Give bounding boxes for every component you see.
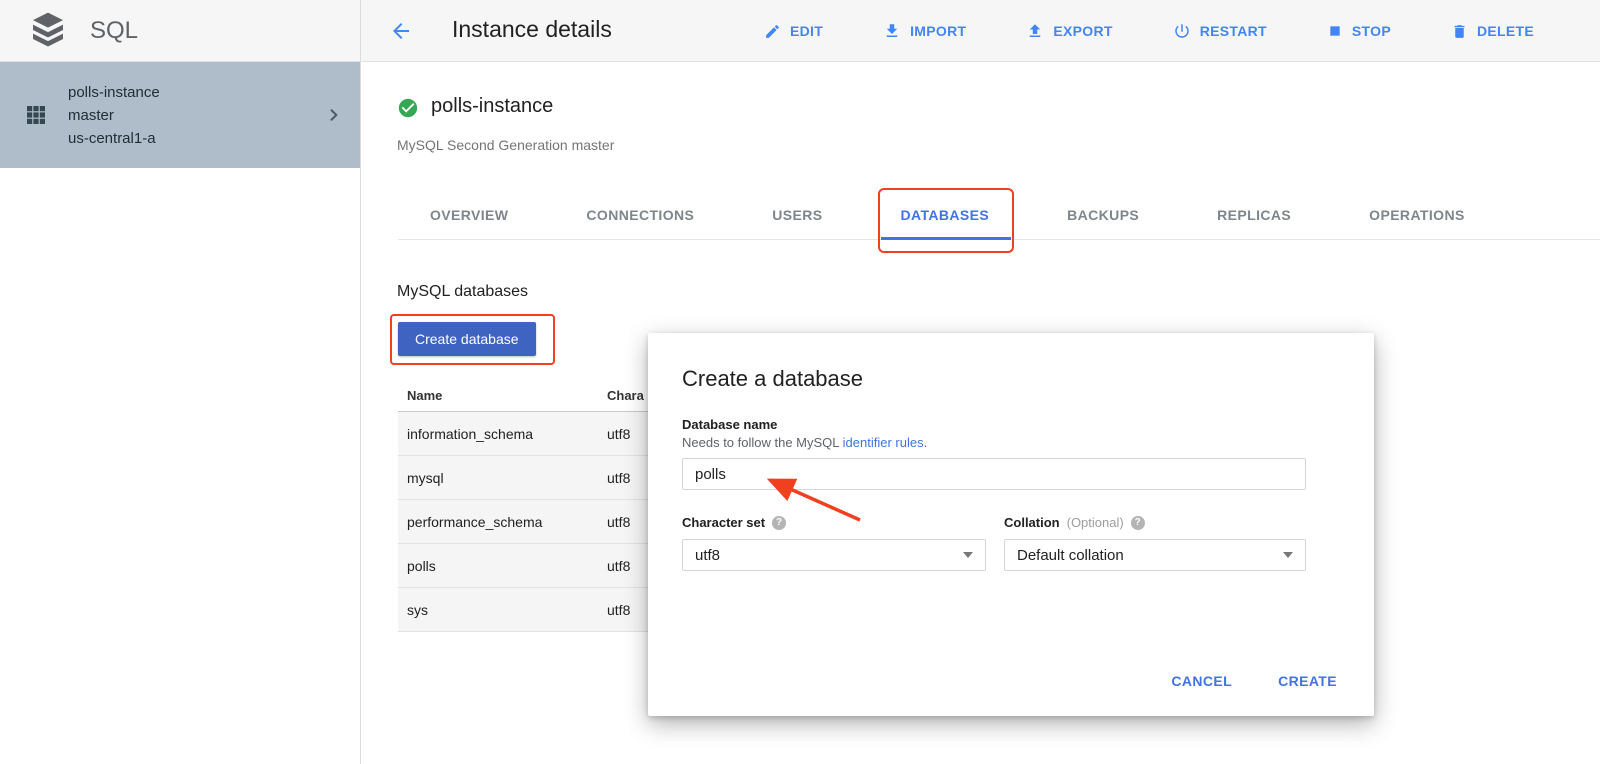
- database-name-label: Database name: [682, 417, 1340, 432]
- sidebar-instance-role: master: [68, 104, 302, 127]
- green-check-circle-icon: [397, 97, 419, 119]
- cloud-sql-console: SQL Instance details EDIT IMPORT EXPORT …: [0, 0, 1600, 764]
- edit-button[interactable]: EDIT: [764, 23, 823, 40]
- stop-label: STOP: [1352, 23, 1391, 39]
- chevron-right-icon[interactable]: [322, 103, 346, 127]
- db-name-cell: performance_schema: [398, 514, 598, 530]
- collation-help-icon[interactable]: ?: [1131, 516, 1145, 530]
- character-set-field: Character set ? utf8: [682, 515, 986, 571]
- stop-button[interactable]: STOP: [1327, 23, 1391, 39]
- collation-label: Collation: [1004, 515, 1060, 530]
- tab-connections[interactable]: CONNECTIONS: [586, 190, 694, 240]
- db-name-cell: mysql: [398, 470, 598, 486]
- cloud-sql-layers-icon: [28, 10, 68, 52]
- db-name-cell: information_schema: [398, 426, 598, 442]
- create-database-wrap: Create database: [398, 322, 536, 356]
- sidebar-instance-name: polls-instance: [68, 81, 302, 104]
- db-charset-cell: utf8: [598, 602, 630, 618]
- sidebar-instance-zone: us-central1-a: [68, 127, 302, 150]
- dialog-fields-row: Character set ? utf8 Collation (Optional…: [682, 515, 1340, 571]
- export-button[interactable]: EXPORT: [1026, 22, 1112, 40]
- help-text-suffix: .: [924, 435, 928, 450]
- dropdown-caret-icon: [1283, 552, 1293, 558]
- instance-subtitle: MySQL Second Generation master: [397, 137, 614, 153]
- instance-name: polls-instance: [431, 95, 553, 118]
- grid-icon: [24, 103, 48, 127]
- export-label: EXPORT: [1053, 23, 1112, 39]
- tab-users[interactable]: USERS: [772, 190, 822, 240]
- collation-value: Default collation: [1017, 547, 1124, 564]
- tab-bar: OVERVIEW CONNECTIONS USERS DATABASES BAC…: [430, 190, 1465, 240]
- character-set-value: utf8: [695, 547, 720, 564]
- restart-label: RESTART: [1200, 23, 1267, 39]
- character-set-label-row: Character set ?: [682, 515, 986, 530]
- database-name-input[interactable]: [682, 458, 1306, 490]
- import-button[interactable]: IMPORT: [883, 22, 966, 40]
- db-charset-cell: utf8: [598, 426, 630, 442]
- tab-overview[interactable]: OVERVIEW: [430, 190, 508, 240]
- db-charset-cell: utf8: [598, 514, 630, 530]
- edit-label: EDIT: [790, 23, 823, 39]
- db-charset-cell: utf8: [598, 470, 630, 486]
- create-database-button[interactable]: Create database: [398, 322, 536, 356]
- tab-backups-label: BACKUPS: [1067, 207, 1139, 223]
- sidebar-item-polls-instance[interactable]: polls-instance master us-central1-a: [0, 62, 360, 168]
- tab-connections-label: CONNECTIONS: [586, 207, 694, 223]
- tab-overview-label: OVERVIEW: [430, 207, 508, 223]
- power-icon: [1173, 22, 1191, 40]
- dialog-title: Create a database: [682, 366, 1340, 392]
- active-tab-indicator: [881, 237, 1012, 240]
- import-label: IMPORT: [910, 23, 966, 39]
- cancel-button[interactable]: CANCEL: [1171, 673, 1232, 689]
- column-header-charset: Chara: [598, 388, 644, 403]
- trash-icon: [1451, 23, 1468, 40]
- help-text-prefix: Needs to follow the MySQL: [682, 435, 843, 450]
- dialog-footer: CANCEL CREATE: [1171, 673, 1337, 689]
- top-bar: SQL Instance details EDIT IMPORT EXPORT …: [0, 0, 1600, 62]
- delete-label: DELETE: [1477, 23, 1534, 39]
- column-header-name: Name: [398, 388, 598, 403]
- import-icon: [883, 22, 901, 40]
- identifier-rules-link[interactable]: identifier rules: [843, 435, 924, 450]
- tab-databases-label: DATABASES: [901, 207, 990, 223]
- product-name: SQL: [90, 17, 138, 45]
- collation-field: Collation (Optional) ? Default collation: [1004, 515, 1306, 571]
- create-button[interactable]: CREATE: [1278, 673, 1337, 689]
- collation-label-row: Collation (Optional) ?: [1004, 515, 1306, 530]
- database-name-help: Needs to follow the MySQL identifier rul…: [682, 435, 1340, 450]
- character-set-help-icon[interactable]: ?: [772, 516, 786, 530]
- sidebar-instance-info: polls-instance master us-central1-a: [68, 81, 302, 150]
- stop-icon: [1327, 23, 1343, 39]
- tab-replicas-label: REPLICAS: [1217, 207, 1291, 223]
- tab-databases[interactable]: DATABASES: [901, 190, 990, 240]
- pencil-icon: [764, 23, 781, 40]
- tab-users-label: USERS: [772, 207, 822, 223]
- tab-operations[interactable]: OPERATIONS: [1369, 190, 1465, 240]
- tab-operations-label: OPERATIONS: [1369, 207, 1465, 223]
- collation-optional-label: (Optional): [1067, 515, 1124, 530]
- section-title: MySQL databases: [397, 283, 528, 301]
- dropdown-caret-icon: [963, 552, 973, 558]
- page-title: Instance details: [452, 16, 612, 43]
- header-actions: EDIT IMPORT EXPORT RESTART STOP DELETE: [764, 0, 1534, 62]
- export-icon: [1026, 22, 1044, 40]
- collation-select[interactable]: Default collation: [1004, 539, 1306, 571]
- db-name-cell: polls: [398, 558, 598, 574]
- tab-backups[interactable]: BACKUPS: [1067, 190, 1139, 240]
- character-set-label: Character set: [682, 515, 765, 530]
- restart-button[interactable]: RESTART: [1173, 22, 1267, 40]
- db-name-cell: sys: [398, 602, 598, 618]
- sidebar-divider: [360, 0, 361, 764]
- tab-replicas[interactable]: REPLICAS: [1217, 190, 1291, 240]
- character-set-select[interactable]: utf8: [682, 539, 986, 571]
- delete-button[interactable]: DELETE: [1451, 23, 1534, 40]
- create-database-dialog: Create a database Database name Needs to…: [648, 333, 1374, 716]
- product-logo: SQL: [28, 10, 138, 52]
- db-charset-cell: utf8: [598, 558, 630, 574]
- back-arrow-icon[interactable]: [388, 19, 414, 45]
